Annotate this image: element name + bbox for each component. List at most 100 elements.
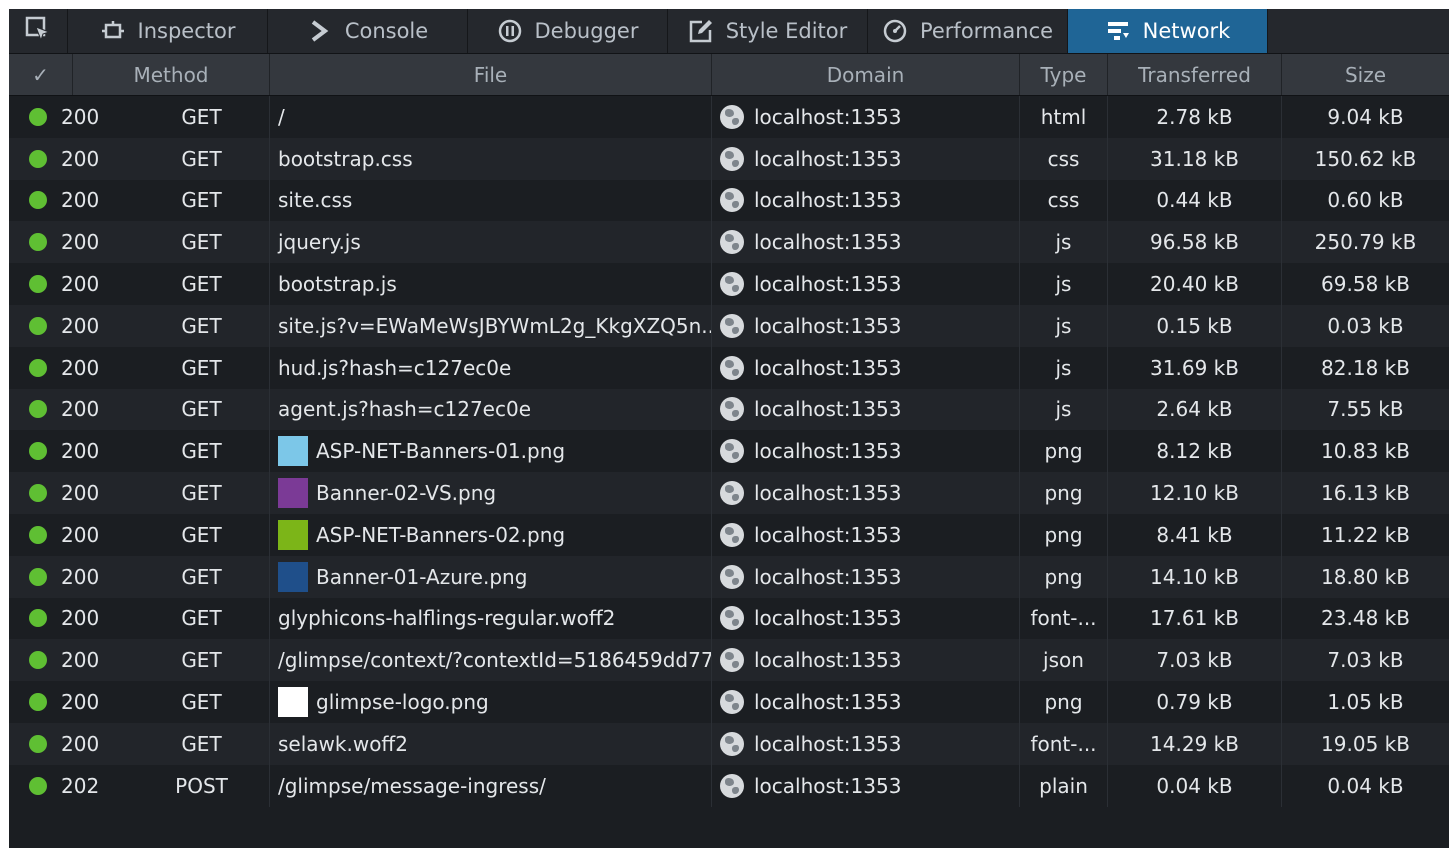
column-header-transferred[interactable]: Transferred: [1108, 54, 1282, 95]
globe-icon: [720, 606, 744, 631]
tab-label: Style Editor: [725, 19, 848, 43]
devtools-panel: Inspector Console Debugger Style Editor …: [9, 9, 1449, 848]
image-thumbnail: [278, 519, 308, 550]
file-cell: glimpse-logo.png: [270, 681, 712, 723]
file-name: glyphicons-halflings-regular.woff2: [278, 606, 616, 631]
status-code: 200: [61, 648, 100, 673]
column-header-domain[interactable]: Domain: [712, 54, 1020, 95]
table-row[interactable]: 200 GET selawk.woff2 localhost:1353 font…: [9, 722, 1449, 765]
status-dot-icon: [29, 358, 47, 377]
size-cell: 250.79 kB: [1314, 230, 1417, 255]
file-cell: ASP-NET-Banners-02.png: [270, 513, 712, 556]
type-cell: css: [1020, 137, 1108, 180]
status-dot-icon: [29, 191, 47, 210]
tab-style-editor[interactable]: Style Editor: [668, 9, 868, 53]
element-picker-button[interactable]: [9, 9, 68, 53]
status-dot-icon: [29, 609, 47, 628]
method-cell: GET: [134, 346, 270, 389]
size-cell: 1.05 kB: [1327, 690, 1404, 715]
tab-label: Console: [344, 19, 429, 43]
requests-table-header: ✓ Method File Domain Type Transferred Si…: [9, 54, 1449, 96]
table-row[interactable]: 200 GET site.js?v=EWaMeWsJBYWmL2g_KkgXZQ…: [9, 304, 1449, 347]
table-row[interactable]: 200 GET bootstrap.js localhost:1353 js 2…: [9, 263, 1449, 305]
domain-name: localhost:1353: [754, 731, 902, 756]
domain-name: localhost:1353: [754, 188, 902, 213]
column-header-type[interactable]: Type: [1020, 54, 1108, 95]
tab-label: Performance: [919, 19, 1054, 43]
transferred-cell: 96.58 kB: [1108, 221, 1282, 264]
tab-network[interactable]: Network: [1068, 9, 1268, 53]
globe-icon: [720, 397, 744, 422]
globe-icon: [720, 146, 744, 171]
domain-name: localhost:1353: [754, 355, 902, 380]
size-cell: 16.13 kB: [1321, 481, 1410, 506]
table-row[interactable]: 200 GET ASP-NET-Banners-01.png localhost…: [9, 430, 1449, 473]
file-name: ASP-NET-Banners-02.png: [316, 522, 566, 547]
tab-debugger[interactable]: Debugger: [468, 9, 668, 53]
table-row[interactable]: 200 GET Banner-02-VS.png localhost:1353 …: [9, 472, 1449, 514]
column-header-status[interactable]: ✓: [9, 54, 73, 95]
domain-cell: localhost:1353: [712, 263, 1020, 305]
table-row[interactable]: 200 GET ASP-NET-Banners-02.png localhost…: [9, 513, 1449, 556]
requests-table-body: 200 GET / localhost:1353 html 2.78 kB 9.…: [9, 96, 1449, 807]
table-row[interactable]: 200 GET agent.js?hash=c127ec0e localhost…: [9, 388, 1449, 431]
domain-name: localhost:1353: [754, 146, 902, 171]
globe-icon: [720, 439, 744, 464]
method-cell: GET: [134, 597, 270, 640]
status-cell: 200: [9, 221, 134, 263]
transferred-cell: 12.10 kB: [1108, 472, 1282, 514]
status-dot-icon: [29, 442, 47, 461]
console-chevron-icon: [307, 18, 333, 44]
file-cell: site.js?v=EWaMeWsJBYWmL2g_KkgXZQ5n...: [270, 304, 712, 347]
table-row[interactable]: 202 POST /glimpse/message-ingress/ local…: [9, 764, 1449, 807]
file-name: site.css: [278, 188, 353, 213]
status-cell: 200: [9, 180, 134, 222]
status-code: 202: [61, 773, 100, 798]
domain-cell: localhost:1353: [712, 722, 1020, 765]
status-cell: 200: [9, 556, 134, 598]
size-cell: 0.60 kB: [1327, 188, 1404, 213]
table-row[interactable]: 200 GET /glimpse/context/?contextId=5186…: [9, 639, 1449, 682]
tab-console[interactable]: Console: [268, 9, 468, 53]
method-cell: GET: [134, 179, 270, 222]
table-row[interactable]: 200 GET jquery.js localhost:1353 js 96.5…: [9, 221, 1449, 264]
file-name: agent.js?hash=c127ec0e: [278, 397, 532, 422]
table-row[interactable]: 200 GET glyphicons-halflings-regular.wof…: [9, 597, 1449, 640]
type-cell: html: [1020, 96, 1108, 138]
table-row[interactable]: 200 GET hud.js?hash=c127ec0e localhost:1…: [9, 346, 1449, 389]
status-code: 200: [61, 731, 100, 756]
file-name: /glimpse/context/?contextId=5186459dd77.…: [278, 648, 712, 673]
domain-name: localhost:1353: [754, 397, 902, 422]
column-header-method[interactable]: Method: [73, 54, 270, 95]
tab-inspector[interactable]: Inspector: [68, 9, 268, 53]
file-name: selawk.woff2: [278, 731, 408, 756]
table-row[interactable]: 200 GET / localhost:1353 html 2.78 kB 9.…: [9, 96, 1449, 138]
type-cell: png: [1020, 472, 1108, 514]
transferred-cell: 0.15 kB: [1108, 304, 1282, 347]
domain-cell: localhost:1353: [712, 388, 1020, 431]
method-cell: GET: [134, 304, 270, 347]
table-row[interactable]: 200 GET glimpse-logo.png localhost:1353 …: [9, 681, 1449, 723]
image-thumbnail: [278, 478, 308, 509]
file-name: glimpse-logo.png: [316, 690, 489, 715]
column-header-file[interactable]: File: [270, 54, 712, 95]
file-name: Banner-02-VS.png: [316, 481, 497, 506]
column-header-size[interactable]: Size: [1282, 54, 1449, 95]
domain-cell: localhost:1353: [712, 137, 1020, 180]
table-row[interactable]: 200 GET Banner-01-Azure.png localhost:13…: [9, 555, 1449, 598]
globe-icon: [720, 272, 744, 297]
status-dot-icon: [29, 107, 47, 126]
transferred-cell: 0.04 kB: [1108, 764, 1282, 807]
transferred-cell: 31.69 kB: [1108, 346, 1282, 389]
tab-performance[interactable]: Performance: [868, 9, 1068, 53]
tab-label: Debugger: [534, 19, 639, 43]
status-code: 200: [61, 104, 100, 129]
status-cell: 202: [9, 765, 134, 807]
image-thumbnail: [278, 436, 308, 467]
type-cell: font-...: [1020, 597, 1108, 640]
table-row[interactable]: 200 GET site.css localhost:1353 css 0.44…: [9, 179, 1449, 222]
size-cell: 7.55 kB: [1327, 397, 1404, 422]
table-row[interactable]: 200 GET bootstrap.css localhost:1353 css…: [9, 137, 1449, 180]
status-cell: 200: [9, 598, 134, 640]
status-cell: 200: [9, 472, 134, 514]
